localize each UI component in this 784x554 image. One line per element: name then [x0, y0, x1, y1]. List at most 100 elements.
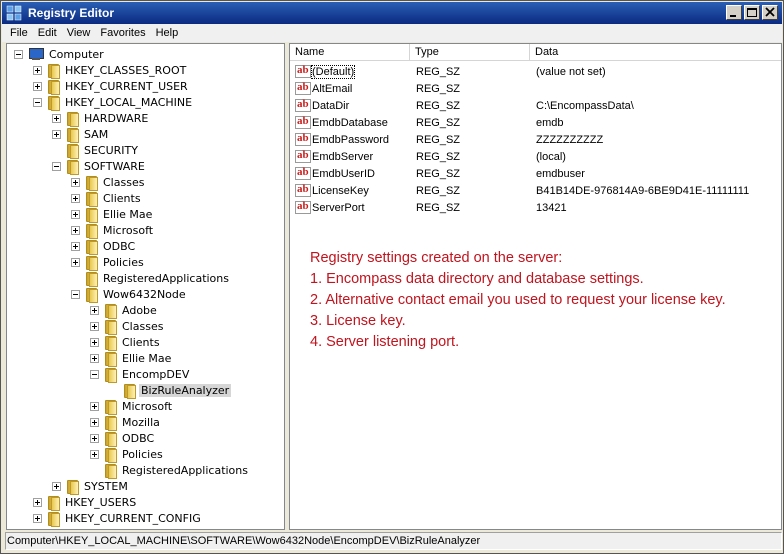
tree-node-label: SOFTWARE — [84, 159, 145, 173]
tree-node-label: ODBC — [103, 239, 136, 253]
expand-icon[interactable] — [52, 481, 61, 491]
collapse-icon[interactable] — [71, 289, 80, 299]
folder-icon — [47, 495, 60, 511]
menu-edit[interactable]: Edit — [33, 27, 62, 39]
tree-node-classes[interactable]: Classes — [71, 174, 146, 191]
close-button[interactable] — [762, 5, 778, 20]
menu-help[interactable]: Help — [151, 27, 184, 39]
value-row-licensekey[interactable]: ab LicenseKey REG_SZ B41B14DE-976814A9-6BE9… — [290, 182, 780, 199]
string-value-glyph: ab — [297, 149, 309, 161]
value-row-default[interactable]: ab (Default) REG_SZ (value not set) — [290, 63, 780, 80]
annotation-item: 1. Encompass data directory and database… — [310, 271, 644, 287]
tree-node-hkey-current-config[interactable]: HKEY_CURRENT_CONFIG — [33, 510, 203, 527]
value-row-altemail[interactable]: ab AltEmail REG_SZ — [290, 80, 780, 97]
tree-node-registeredapplications[interactable]: RegisteredApplications — [90, 462, 250, 479]
column-header-name[interactable]: Name — [290, 44, 410, 61]
tree-node-bizruleanalyzer[interactable]: BizRuleAnalyzer — [109, 382, 232, 399]
expand-icon[interactable] — [90, 337, 99, 347]
column-header-data[interactable]: Data — [530, 44, 781, 61]
tree-node-system[interactable]: SYSTEM — [52, 478, 130, 495]
tree-node-label: BizRuleAnalyzer — [139, 383, 232, 397]
expand-icon[interactable] — [90, 449, 99, 459]
expand-icon[interactable] — [71, 177, 80, 187]
tree-node-label: Wow6432Node — [103, 287, 186, 301]
tree-node-adobe[interactable]: Adobe — [90, 302, 159, 319]
values-list[interactable]: Name Type Data ab (Default) REG_SZ (value n… — [289, 43, 782, 530]
expand-icon[interactable] — [52, 113, 61, 123]
string-value-glyph: ab — [297, 166, 309, 178]
expand-icon[interactable] — [71, 193, 80, 203]
collapse-icon[interactable] — [33, 97, 42, 107]
value-row-emdbuserid[interactable]: ab EmdbUserID REG_SZ emdbuser — [290, 165, 780, 182]
tree-node-classes[interactable]: Classes — [90, 318, 165, 335]
tree-node-ellie-mae[interactable]: Ellie Mae — [90, 350, 173, 367]
tree-node-ellie-mae[interactable]: Ellie Mae — [71, 206, 154, 223]
value-name: LicenseKey — [312, 184, 369, 197]
expand-icon[interactable] — [71, 257, 80, 267]
string-value-glyph: ab — [297, 98, 309, 110]
tree-node-wow6432node[interactable]: Wow6432Node — [71, 286, 188, 303]
tree-node-clients[interactable]: Clients — [71, 190, 143, 207]
expand-icon[interactable] — [52, 129, 61, 139]
registry-key-tree[interactable]: Computer HKEY_CLASSES_ROOT HKEY_CURRENT_US… — [6, 43, 285, 530]
tree-node-label: HARDWARE — [84, 111, 149, 125]
tree-node-microsoft[interactable]: Microsoft — [71, 222, 155, 239]
value-name: (Default) — [310, 64, 356, 79]
expand-icon[interactable] — [90, 321, 99, 331]
collapse-icon[interactable] — [52, 161, 61, 171]
expand-icon[interactable] — [90, 417, 99, 427]
expand-icon[interactable] — [90, 305, 99, 315]
expand-icon[interactable] — [71, 241, 80, 251]
tree-node-computer[interactable]: Computer — [14, 46, 106, 62]
value-row-emdbpassword[interactable]: ab EmdbPassword REG_SZ ZZZZZZZZZZ — [290, 131, 780, 148]
tree-node-hkey-users[interactable]: HKEY_USERS — [33, 494, 138, 511]
tree-node-odbc[interactable]: ODBC — [71, 238, 137, 255]
collapse-icon[interactable] — [14, 49, 23, 59]
tree-node-microsoft[interactable]: Microsoft — [90, 398, 174, 415]
folder-icon — [47, 63, 60, 79]
collapse-icon[interactable] — [90, 369, 99, 379]
expand-icon[interactable] — [33, 513, 42, 523]
menu-favorites[interactable]: Favorites — [95, 27, 150, 39]
value-row-datadir[interactable]: ab DataDir REG_SZ C:\EncompassData\ — [290, 97, 780, 114]
expand-icon[interactable] — [33, 65, 42, 75]
expand-icon[interactable] — [90, 353, 99, 363]
column-header-type[interactable]: Type — [410, 44, 530, 61]
tree-node-registeredapplications[interactable]: RegisteredApplications — [71, 270, 231, 287]
value-row-serverport[interactable]: ab ServerPort REG_SZ 13421 — [290, 199, 780, 216]
expand-icon[interactable] — [33, 81, 42, 91]
tree-node-hardware[interactable]: HARDWARE — [52, 110, 150, 127]
status-bar: Computer\HKEY_LOCAL_MACHINE\SOFTWARE\Wow… — [5, 532, 782, 550]
tree-node-hkey-classes-root[interactable]: HKEY_CLASSES_ROOT — [33, 62, 188, 79]
title-bar[interactable]: Registry Editor — [2, 2, 782, 24]
tree-node-hkey-local-machine[interactable]: HKEY_LOCAL_MACHINE — [33, 94, 194, 111]
tree-node-hkey-current-user[interactable]: HKEY_CURRENT_USER — [33, 78, 190, 95]
expand-icon[interactable] — [90, 401, 99, 411]
expand-icon[interactable] — [90, 433, 99, 443]
minimize-button[interactable] — [726, 5, 742, 20]
tree-node-odbc[interactable]: ODBC — [90, 430, 156, 447]
tree-node-label: SYSTEM — [84, 479, 128, 493]
tree-node-label: Microsoft — [103, 223, 154, 237]
tree-node-clients[interactable]: Clients — [90, 334, 162, 351]
tree-node-encompdev[interactable]: EncompDEV — [90, 366, 191, 383]
tree-node-policies[interactable]: Policies — [90, 446, 165, 463]
tree-node-software[interactable]: SOFTWARE — [52, 158, 147, 175]
tree-node-policies[interactable]: Policies — [71, 254, 146, 271]
registry-editor-icon — [6, 5, 22, 21]
value-row-emdbserver[interactable]: ab EmdbServer REG_SZ (local) — [290, 148, 780, 165]
maximize-button[interactable] — [744, 5, 760, 20]
value-type: REG_SZ — [416, 167, 461, 180]
string-value-icon: ab — [295, 98, 311, 112]
tree-node-label: EncompDEV — [122, 367, 190, 381]
tree-node-sam[interactable]: SAM — [52, 126, 110, 143]
menu-view[interactable]: View — [62, 27, 96, 39]
value-row-emdbdatabase[interactable]: ab EmdbDatabase REG_SZ emdb — [290, 114, 780, 131]
tree-node-mozilla[interactable]: Mozilla — [90, 414, 162, 431]
expand-icon[interactable] — [71, 225, 80, 235]
menu-file[interactable]: File — [2, 27, 33, 39]
expand-icon[interactable] — [33, 497, 42, 507]
folder-icon — [85, 223, 98, 239]
tree-node-security[interactable]: SECURITY — [52, 142, 140, 159]
expand-icon[interactable] — [71, 209, 80, 219]
